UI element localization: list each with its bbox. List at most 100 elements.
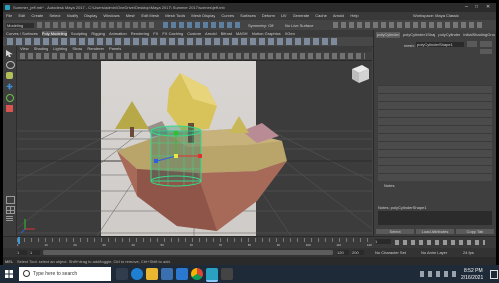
close-button[interactable]: ✕ <box>486 4 490 10</box>
section-component-display[interactable]: Mesh Component Display <box>378 93 492 108</box>
attr-tab-shape[interactable]: polyCylinder1Shape <box>403 32 435 38</box>
notification-icon[interactable] <box>490 270 498 279</box>
start-frame[interactable]: 1 <box>17 250 27 255</box>
menu-cache[interactable]: Cache <box>315 13 327 18</box>
tab-animation[interactable]: Animation <box>109 31 127 36</box>
select-tool-icon[interactable] <box>6 50 13 57</box>
menu-mesh-tools[interactable]: Mesh Tools <box>165 13 185 18</box>
section-node-behavior[interactable]: Node Behavior <box>378 149 492 164</box>
section-render-stats[interactable]: Render Stats <box>378 133 492 148</box>
playback-start[interactable]: 1 <box>30 250 40 255</box>
rotate-tool-icon[interactable] <box>6 94 14 102</box>
section-displacement[interactable]: Displacement Map <box>378 125 492 140</box>
menu-curves[interactable]: Curves <box>221 13 234 18</box>
file-explorer-icon[interactable] <box>146 268 158 280</box>
tab-poly-modeling[interactable]: Poly Modeling <box>41 31 67 36</box>
taskbar-search-box[interactable]: Type here to search <box>19 267 111 281</box>
section-transform[interactable]: Transform Attributes <box>378 85 492 100</box>
fps-dropdown[interactable]: 24 fps <box>463 250 483 255</box>
chrome-icon[interactable] <box>191 268 203 280</box>
script-language[interactable]: MEL <box>5 259 15 264</box>
tab-fx-caching[interactable]: FX Caching <box>162 31 183 36</box>
layout-single-icon[interactable] <box>6 196 15 204</box>
tab-xgen[interactable]: XGen <box>285 31 295 36</box>
mesh-field-input[interactable]: polyCylinderShape1 <box>416 42 464 47</box>
menu-file[interactable]: File <box>6 13 12 18</box>
workspace-selector[interactable]: Workspace: Maya Classic <box>413 13 493 18</box>
menu-select[interactable]: Select <box>49 13 60 18</box>
live-surface-status[interactable]: No Live Surface <box>285 23 325 28</box>
symmetry-status[interactable]: Symmetry: Off <box>248 23 282 28</box>
section-tangent-space[interactable]: Tangent Space <box>378 109 492 124</box>
tab-arnold[interactable]: Arnold <box>205 31 217 36</box>
presets-button[interactable] <box>480 41 492 47</box>
tab-rendering[interactable]: Rendering <box>131 31 149 36</box>
shelf-icons[interactable] <box>7 38 337 45</box>
panel-menu-shading[interactable]: Shading <box>34 46 49 51</box>
panel-menu-renderer[interactable]: Renderer <box>87 46 104 51</box>
menu-mesh[interactable]: Mesh <box>126 13 136 18</box>
system-tray-icons[interactable] <box>420 271 460 277</box>
maya-taskbar-icon[interactable] <box>206 268 218 282</box>
menu-uv[interactable]: UV <box>281 13 287 18</box>
menu-create[interactable]: Create <box>31 13 43 18</box>
view-cube[interactable] <box>352 65 369 83</box>
show-hide-button[interactable] <box>480 49 492 54</box>
mail-icon[interactable] <box>176 268 188 280</box>
task-view-icon[interactable] <box>116 268 128 280</box>
panel-menu-lighting[interactable]: Lighting <box>53 46 67 51</box>
render-icons[interactable] <box>333 22 483 28</box>
current-frame-field[interactable]: 1 <box>375 239 391 244</box>
menu-display[interactable]: Display <box>84 13 97 18</box>
layout-four-icon[interactable] <box>6 206 15 214</box>
maximize-button[interactable]: □ <box>475 4 478 10</box>
copy-tab-button[interactable]: Copy Tab <box>456 229 494 234</box>
end-frame[interactable]: 200 <box>352 250 364 255</box>
tab-mash[interactable]: MASH <box>236 31 248 36</box>
attr-tab-transform[interactable]: polyCylinder1 <box>376 32 400 38</box>
minimize-button[interactable]: – <box>465 4 468 10</box>
panel-toolbar-icons[interactable] <box>20 53 365 59</box>
panel-menu-show[interactable]: Show <box>72 46 82 51</box>
menu-surfaces[interactable]: Surfaces <box>240 13 256 18</box>
section-object-display[interactable]: Object Display <box>378 141 492 156</box>
menu-arnold[interactable]: Arnold <box>333 13 345 18</box>
menu-deform[interactable]: Deform <box>262 13 275 18</box>
clock-time[interactable]: 8:52 PM <box>464 268 483 274</box>
app-icon[interactable] <box>221 268 233 280</box>
menu-mesh-display[interactable]: Mesh Display <box>191 13 215 18</box>
menu-windows[interactable]: Windows <box>103 13 119 18</box>
menu-modify[interactable]: Modify <box>67 13 79 18</box>
anim-layer-dropdown[interactable]: No Anim Layer <box>421 250 459 255</box>
outliner-icon[interactable] <box>6 216 13 222</box>
paint-select-icon[interactable] <box>6 72 13 79</box>
move-tool-icon[interactable] <box>6 83 13 90</box>
load-attributes-button[interactable]: Load Attributes <box>416 229 454 234</box>
focus-button[interactable] <box>467 41 477 47</box>
tab-sculpting[interactable]: Sculpting <box>71 31 87 36</box>
panel-menu-panels[interactable]: Panels <box>109 46 121 51</box>
playback-end[interactable]: 120 <box>337 250 349 255</box>
section-smooth-mesh[interactable]: Smooth Mesh <box>378 117 492 132</box>
menu-generate[interactable]: Generate <box>293 13 310 18</box>
start-button[interactable] <box>5 270 13 278</box>
playback-controls[interactable] <box>395 240 485 245</box>
tab-motion-graphics[interactable]: Motion Graphics <box>252 31 281 36</box>
menu-edit[interactable]: Edit <box>18 13 25 18</box>
store-icon[interactable] <box>161 268 173 280</box>
tab-curves-surfaces[interactable]: Curves / Surfaces <box>6 31 38 36</box>
panel-menu-view[interactable]: View <box>20 46 29 51</box>
menu-help[interactable]: Help <box>350 13 358 18</box>
playhead[interactable] <box>18 237 20 244</box>
tab-custom[interactable]: Custom <box>187 31 201 36</box>
tab-bifrost[interactable]: Bifrost <box>221 31 232 36</box>
attr-tab-history[interactable]: polyCylinder1 <box>438 32 460 38</box>
section-extra-attributes[interactable]: Extra Attributes <box>378 165 492 180</box>
notes-textarea[interactable] <box>378 211 492 225</box>
select-button[interactable]: Select <box>376 229 414 234</box>
section-mesh-controls[interactable]: Mesh Controls <box>378 101 492 116</box>
tab-fx[interactable]: FX <box>153 31 158 36</box>
lasso-tool-icon[interactable] <box>6 61 15 69</box>
menu-set-dropdown[interactable]: Modeling <box>6 23 34 28</box>
edge-icon[interactable] <box>131 268 143 280</box>
